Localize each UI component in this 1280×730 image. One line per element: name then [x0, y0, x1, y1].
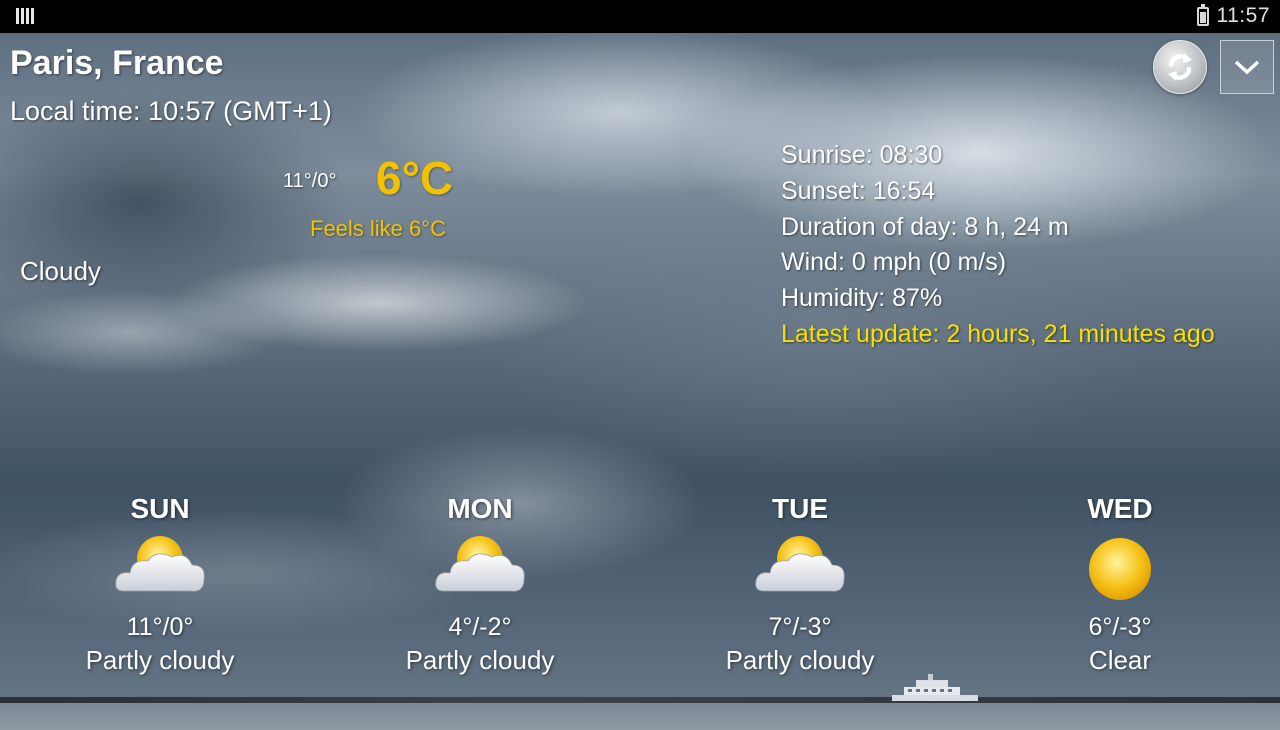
today-temp-range: 11°/0° — [283, 170, 337, 192]
sunrise: Sunrise: 08:30 — [781, 141, 943, 169]
current-temperature: 6°C — [376, 152, 454, 204]
forecast-day-name: TUE — [772, 493, 828, 524]
forecast-desc: Clear — [1088, 645, 1152, 675]
latest-update: Latest update: 2 hours, 21 minutes ago — [781, 319, 1215, 348]
details-panel: Sunrise: 08:30 Sunset: 16:54 Duration of… — [781, 138, 1215, 353]
forecast-desc: Partly cloudy — [725, 645, 875, 675]
forecast-desc: Partly cloudy — [85, 645, 235, 675]
city-name[interactable]: Paris, France — [10, 44, 224, 83]
partly-cloudy-icon — [115, 536, 205, 592]
forecast-day-name: MON — [447, 493, 513, 524]
forecast-temps: 6°/-3° — [1088, 613, 1152, 641]
current-condition: Cloudy — [20, 256, 101, 286]
forecast-day-name: SUN — [130, 493, 190, 524]
forecast-day-wed[interactable]: WED 6°/-3° Clear — [1000, 493, 1240, 677]
status-bar: 11:57 — [0, 0, 1280, 33]
status-time: 11:57 — [1216, 4, 1270, 27]
local-time: Local time: 10:57 (GMT+1) — [10, 96, 332, 126]
forecast-temps: 7°/-3° — [768, 613, 832, 641]
battery-charging-icon — [1196, 3, 1209, 26]
wind: Wind: 0 mph (0 m/s) — [781, 248, 1007, 277]
feels-like: Feels like 6°C — [310, 216, 446, 241]
barcode-icon — [16, 8, 34, 24]
forecast-temps: 11°/0° — [126, 613, 194, 641]
forecast-day-mon[interactable]: MON 4°/-2° Partly cloudy — [360, 493, 600, 677]
water — [0, 703, 1280, 730]
forecast-temps: 4°/-2° — [448, 613, 512, 641]
sunset: Sunset: 16:54 — [781, 176, 936, 205]
sun-icon — [1089, 538, 1151, 600]
forecast-day-sun[interactable]: SUN 11°/0° Partly cloudy — [40, 493, 280, 677]
humidity: Humidity: 87% — [781, 284, 943, 313]
refresh-button[interactable] — [1153, 40, 1207, 94]
menu-dropdown-button[interactable] — [1220, 40, 1274, 94]
chevron-down-icon — [1234, 60, 1260, 75]
day-duration: Duration of day: 8 h, 24 m — [781, 212, 1069, 241]
forecast-day-name: WED — [1087, 493, 1153, 524]
partly-cloudy-icon — [435, 536, 525, 592]
forecast-desc: Partly cloudy — [405, 645, 555, 675]
partly-cloudy-icon — [755, 536, 845, 592]
forecast-day-tue[interactable]: TUE 7°/-3° Partly cloudy — [680, 493, 920, 677]
ship-silhouette — [892, 674, 978, 701]
refresh-icon — [1168, 53, 1192, 81]
